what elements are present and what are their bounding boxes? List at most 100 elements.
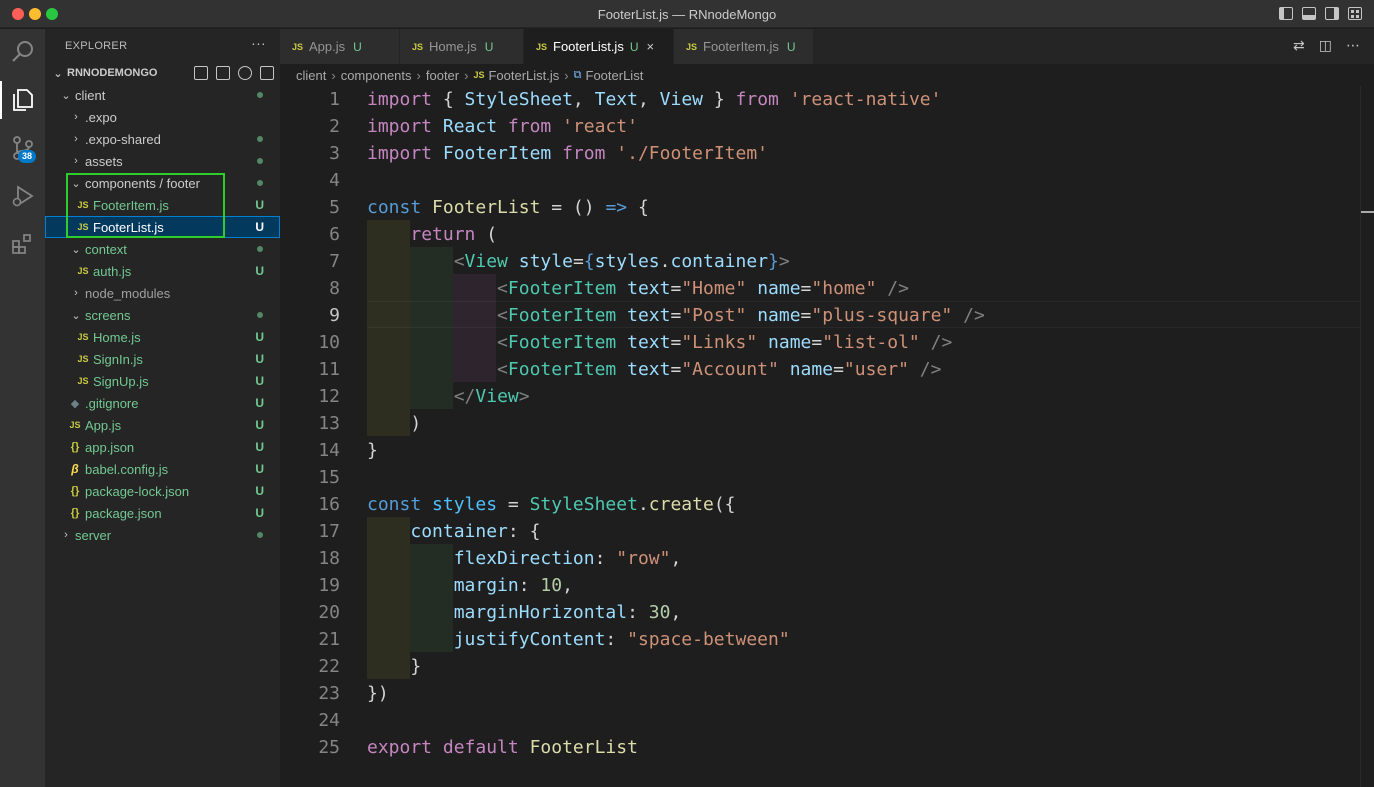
tree-file-package-json[interactable]: {} package.json U	[45, 502, 280, 524]
breadcrumb-item[interactable]: client	[296, 68, 326, 83]
tree-folder-server[interactable]: › server	[45, 524, 280, 546]
code-line[interactable]: 20 marginHorizontal: 30,	[280, 599, 1360, 626]
search-icon[interactable]	[0, 29, 45, 75]
code-line[interactable]: 19 margin: 10,	[280, 572, 1360, 599]
git-file-icon: ◆	[70, 397, 80, 410]
code-line[interactable]: 7 <View style={styles.container}>	[280, 248, 1360, 275]
code-line[interactable]: 13 )	[280, 410, 1360, 437]
tree-folder-expo[interactable]: › .expo	[45, 106, 280, 128]
code-line[interactable]: 8 <FooterItem text="Home" name="home" />	[280, 275, 1360, 302]
json-file-icon: {}	[70, 507, 80, 519]
tree-item-label: FooterItem.js	[93, 197, 169, 213]
collapse-all-icon[interactable]	[260, 66, 274, 80]
code-line[interactable]: 16 const styles = StyleSheet.create({	[280, 491, 1360, 518]
breadcrumb-item[interactable]: components	[341, 68, 412, 83]
tree-file-app-json[interactable]: {} app.json U	[45, 436, 280, 458]
code-token: "row"	[616, 548, 671, 569]
json-file-icon: {}	[70, 485, 80, 497]
extensions-icon[interactable]	[0, 221, 45, 267]
breadcrumb-item[interactable]: footer	[426, 68, 459, 83]
code-token: styles	[432, 494, 498, 515]
source-control-icon[interactable]: 38	[0, 125, 45, 171]
run-debug-icon[interactable]	[0, 173, 45, 219]
chevron-right-icon: ›	[64, 529, 68, 541]
tree-file-babel-config[interactable]: β babel.config.js U	[45, 458, 280, 480]
tree-folder-screens[interactable]: ⌄ screens	[45, 304, 280, 326]
tree-file-signin[interactable]: JS SignIn.js U	[45, 348, 280, 370]
code-line[interactable]: 6 return (	[280, 221, 1360, 248]
code-line[interactable]: 4	[280, 167, 1360, 194]
split-editor-icon[interactable]: ◫	[1319, 37, 1332, 54]
tree-folder-components-footer[interactable]: ⌄ components / footer	[45, 172, 280, 194]
code-line[interactable]: 14}	[280, 437, 1360, 464]
tree-folder-client[interactable]: ⌄ client	[45, 84, 280, 106]
code-line[interactable]: 12 </View>	[280, 383, 1360, 410]
editor-scrollbar[interactable]	[1360, 86, 1374, 787]
tree-file-home[interactable]: JS Home.js U	[45, 326, 280, 348]
code-line[interactable]: 15	[280, 464, 1360, 491]
line-number: 16	[318, 494, 340, 515]
code-line[interactable]: 10 <FooterItem text="Links" name="list-o…	[280, 329, 1360, 356]
code-token: "home"	[811, 278, 877, 299]
code-editor[interactable]: 1 import { StyleSheet, Text, View } from …	[280, 86, 1360, 787]
close-tab-icon[interactable]: ×	[647, 39, 655, 54]
code-text: )	[367, 410, 421, 437]
explorer-icon[interactable]	[0, 77, 45, 123]
refresh-icon[interactable]	[238, 66, 252, 80]
tree-file-footeritem[interactable]: JS FooterItem.js U	[45, 194, 280, 216]
untracked-status: U	[255, 506, 264, 520]
tree-folder-node-modules[interactable]: › node_modules	[45, 282, 280, 304]
code-line[interactable]: 9 <FooterItem text="Post" name="plus-squ…	[280, 302, 1360, 329]
more-actions-icon[interactable]: ⋯	[1346, 37, 1360, 54]
tree-item-label: .expo	[85, 109, 117, 125]
tab-footerlist-js[interactable]: JS FooterList.js U ×	[524, 29, 674, 64]
tree-file-auth[interactable]: JS auth.js U	[45, 260, 280, 282]
tree-item-label: server	[75, 527, 112, 543]
untracked-status: U	[255, 330, 264, 344]
code-line[interactable]: 11 <FooterItem text="Account" name="user…	[280, 356, 1360, 383]
breadcrumb-item[interactable]: FooterList.js	[488, 68, 559, 83]
breadcrumb-item[interactable]: FooterList	[586, 68, 644, 83]
tree-file-package-lock[interactable]: {} package-lock.json U	[45, 480, 280, 502]
tree-item-label: app.json	[85, 439, 135, 455]
tree-file-signup[interactable]: JS SignUp.js U	[45, 370, 280, 392]
tree-folder-expo-shared[interactable]: › .expo-shared	[45, 128, 280, 150]
code-line[interactable]: 2 import React from 'react'	[280, 113, 1360, 140]
tree-file-app[interactable]: JS App.js U	[45, 414, 280, 436]
line-number: 21	[318, 629, 340, 650]
code-line[interactable]: 25 export default FooterList	[280, 734, 1360, 761]
code-token: .	[659, 251, 671, 272]
code-line[interactable]: 22 }	[280, 653, 1360, 680]
code-line[interactable]: 18 flexDirection: "row",	[280, 545, 1360, 572]
tab-home-js[interactable]: JS Home.js U	[400, 29, 524, 64]
code-line[interactable]: 21 justifyContent: "space-between"	[280, 626, 1360, 653]
code-line[interactable]: 17 container: {	[280, 518, 1360, 545]
code-line[interactable]: 5 const FooterList = () => {	[280, 194, 1360, 221]
new-file-icon[interactable]	[194, 66, 208, 80]
tab-footeritem-js[interactable]: JS FooterItem.js U	[674, 29, 814, 64]
code-token: ,	[562, 575, 573, 596]
code-line[interactable]: 3 import FooterItem from './FooterItem'	[280, 140, 1360, 167]
toggle-primary-sidebar-icon[interactable]	[1279, 7, 1293, 20]
customize-layout-icon[interactable]	[1348, 7, 1362, 20]
line-number: 22	[318, 656, 340, 677]
workspace-root[interactable]: ⌄ RNNODEMONGO	[45, 62, 280, 84]
tree-folder-context[interactable]: ⌄ context	[45, 238, 280, 260]
toggle-panel-icon[interactable]	[1302, 7, 1316, 20]
code-token: }	[367, 656, 422, 677]
tree-file-gitignore[interactable]: ◆ .gitignore U	[45, 392, 280, 414]
code-line[interactable]: 1 import { StyleSheet, Text, View } from …	[280, 86, 1360, 113]
code-token: 'react-native'	[789, 89, 942, 110]
tab-app-js[interactable]: JS App.js U	[280, 29, 400, 64]
chevron-down-icon: ⌄	[53, 67, 63, 80]
tree-folder-assets[interactable]: › assets	[45, 150, 280, 172]
tree-file-footerlist[interactable]: JS FooterList.js U	[45, 216, 280, 238]
more-actions-icon[interactable]: ···	[251, 35, 266, 51]
open-changes-icon[interactable]: ⇄	[1293, 37, 1305, 54]
code-line[interactable]: 23})	[280, 680, 1360, 707]
code-line[interactable]: 24	[280, 707, 1360, 734]
new-folder-icon[interactable]	[216, 66, 230, 80]
toggle-secondary-sidebar-icon[interactable]	[1325, 7, 1339, 20]
